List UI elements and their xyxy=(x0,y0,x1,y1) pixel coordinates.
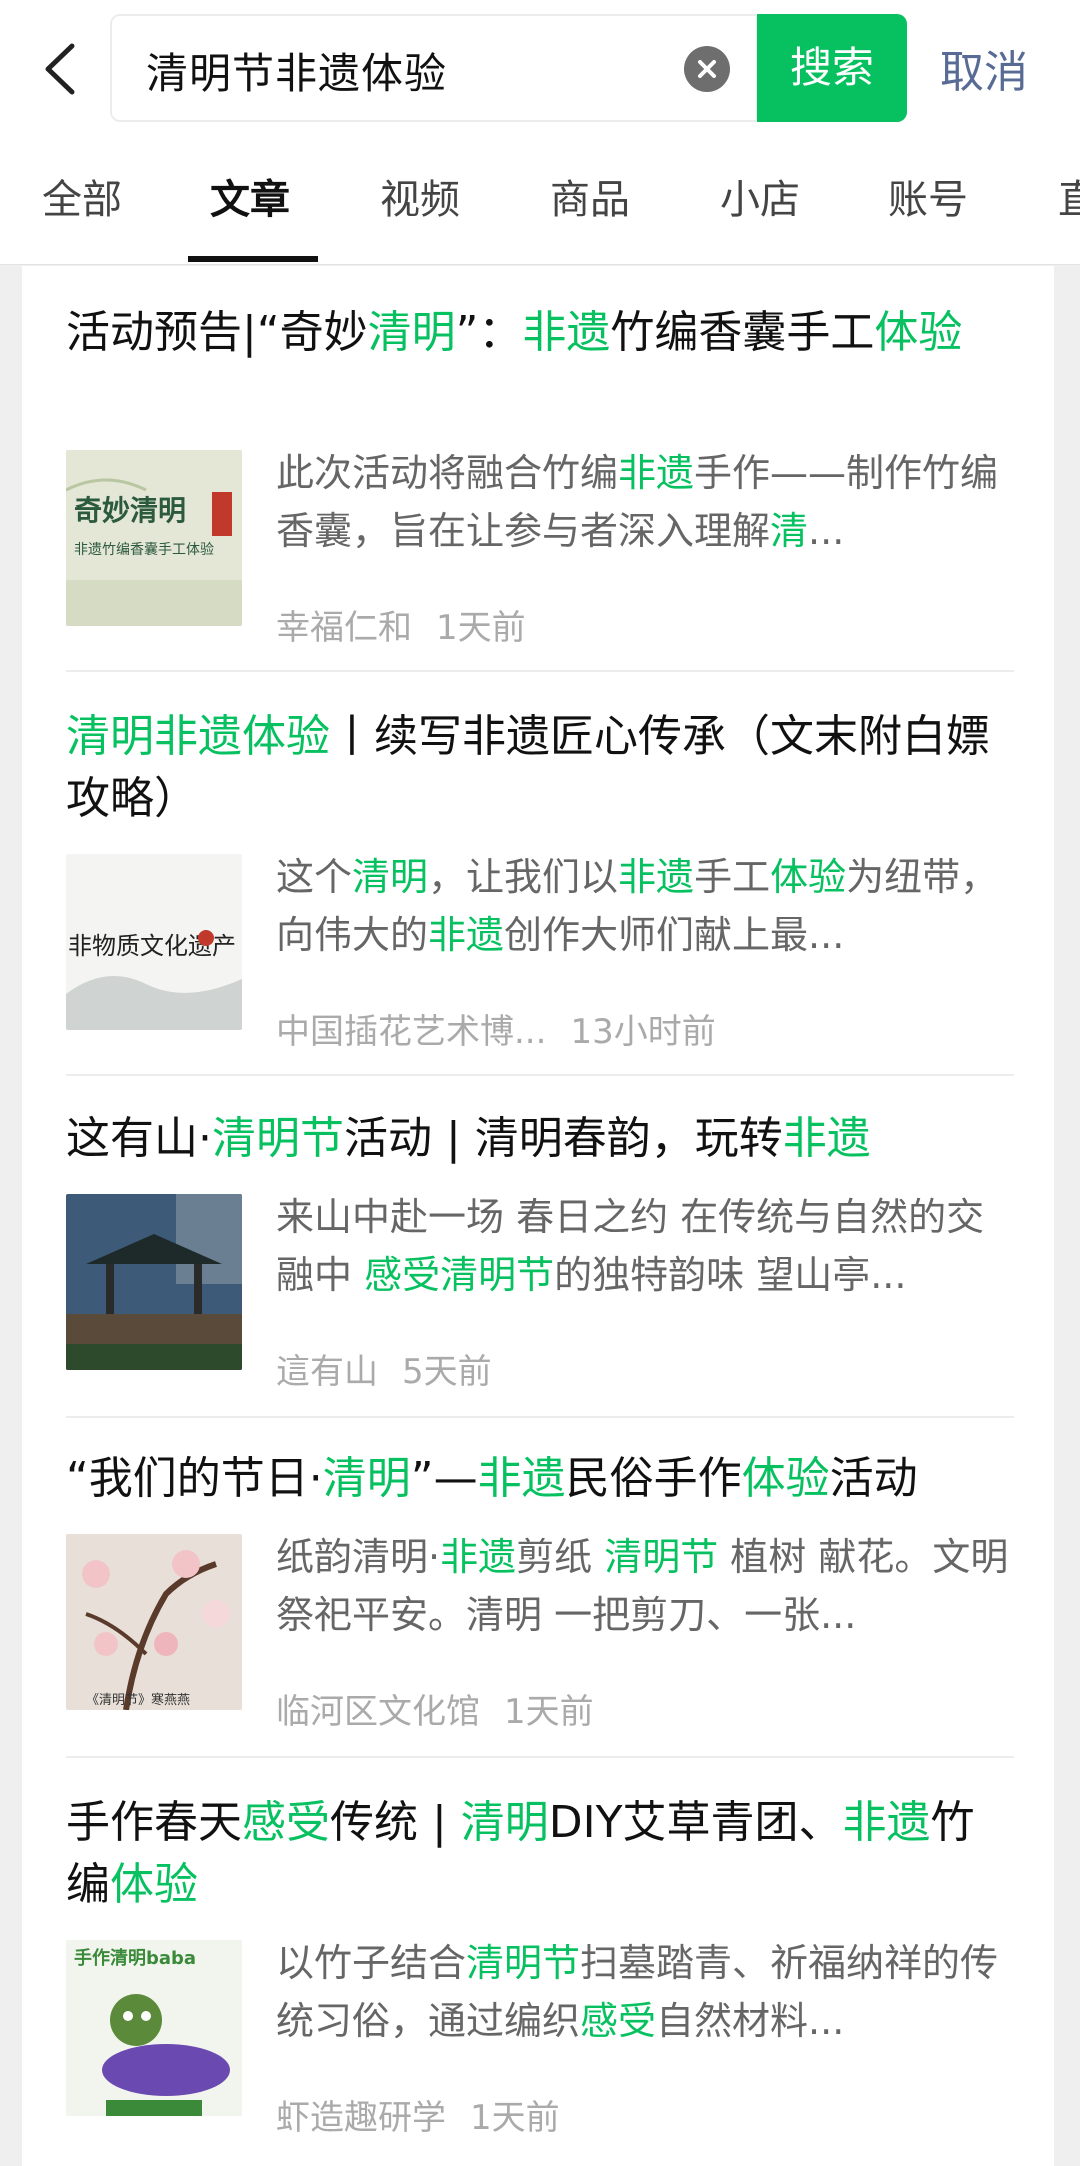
svg-text:《清明节》寒燕燕: 《清明节》寒燕燕 xyxy=(86,1692,190,1708)
divider xyxy=(66,670,1014,672)
results-list: 活动预告|“奇妙清明”：非遗竹编香囊手工体验 奇妙清明 非遗竹编香囊手工体验 此… xyxy=(22,266,1054,2166)
article-thumbnail: 奇妙清明 非遗竹编香囊手工体验 xyxy=(66,450,242,626)
article-meta: 中国插花艺术博... 13小时前 xyxy=(276,1004,716,1053)
category-tabs: 全部 文章 视频 商品 小店 账号 直 xyxy=(0,170,1080,264)
divider xyxy=(66,1416,1014,1418)
svg-text:手作清明baba: 手作清明baba xyxy=(74,1947,196,1969)
list-item[interactable]: 这有山·清明节活动 | 清明春韵，玩转非遗 来山中赴一场 春日之约 在传统与自然… xyxy=(66,1108,1014,1392)
svg-text:奇妙清明: 奇妙清明 xyxy=(74,494,186,527)
article-summary: 这个清明，让我们以非遗手工体验为纽带，向伟大的非遗创作大师们献上最... xyxy=(276,855,999,957)
search-button[interactable]: 搜索 xyxy=(757,14,907,122)
list-item[interactable]: 活动预告|“奇妙清明”：非遗竹编香囊手工体验 奇妙清明 非遗竹编香囊手工体验 此… xyxy=(66,302,1014,648)
top-bar: 清明节非遗体验 搜索 取消 全部 文章 视频 商品 小店 账号 直 xyxy=(0,0,1080,265)
active-tab-indicator xyxy=(188,256,318,262)
list-item[interactable]: “我们的节日·清明”—非遗民俗手作体验活动 《清明节》寒燕燕 纸韵清明·非遗剪纸… xyxy=(66,1448,1014,1732)
tab-videos[interactable]: 视频 xyxy=(380,170,460,264)
tab-all[interactable]: 全部 xyxy=(42,170,122,264)
article-thumbnail: 《清明节》寒燕燕 xyxy=(66,1534,242,1710)
article-time: 1天前 xyxy=(504,1692,594,1732)
tab-articles[interactable]: 文章 xyxy=(210,170,290,264)
article-time: 1天前 xyxy=(436,608,526,648)
search-query: 清明节非遗体验 xyxy=(146,49,448,98)
article-title[interactable]: 这有山·清明节活动 | 清明春韵，玩转非遗 xyxy=(66,1108,1014,1170)
article-thumbnail: 手作清明baba xyxy=(66,1940,242,2116)
article-title[interactable]: 清明非遗体验丨续写非遗匠心传承（文末附白嫖攻略） xyxy=(66,706,1014,830)
article-source[interactable]: 中国插花艺术博... xyxy=(276,1012,546,1052)
article-source[interactable]: 虾造趣研学 xyxy=(276,2098,446,2138)
article-time: 1天前 xyxy=(470,2098,560,2138)
article-meta: 幸福仁和 1天前 xyxy=(276,600,526,649)
article-source[interactable]: 幸福仁和 xyxy=(276,608,412,648)
tab-products[interactable]: 商品 xyxy=(550,170,630,264)
tab-accounts[interactable]: 账号 xyxy=(888,170,968,264)
clear-icon[interactable] xyxy=(684,46,730,92)
article-title[interactable]: 活动预告|“奇妙清明”：非遗竹编香囊手工体验 xyxy=(66,302,1014,364)
list-item[interactable]: 清明非遗体验丨续写非遗匠心传承（文末附白嫖攻略） 非物质文化遗产 这个清明，让我… xyxy=(66,706,1014,1052)
article-title[interactable]: “我们的节日·清明”—非遗民俗手作体验活动 xyxy=(66,1448,1014,1510)
article-source[interactable]: 這有山 xyxy=(276,1352,378,1392)
divider xyxy=(66,1074,1014,1076)
article-summary: 以竹子结合清明节扫墓踏青、祈福纳祥的传统习俗，通过编织感受自然材料... xyxy=(276,1941,999,2043)
article-summary: 来山中赴一场 春日之约 在传统与自然的交融中 感受清明节的独特韵味 望山亭... xyxy=(276,1195,985,1297)
article-source[interactable]: 临河区文化馆 xyxy=(276,1692,480,1732)
article-title[interactable]: 手作春天感受传统 | 清明DIY艾草青团、非遗竹编体验 xyxy=(66,1792,1014,1916)
article-thumbnail: 非物质文化遗产 xyxy=(66,854,242,1030)
article-summary: 此次活动将融合竹编非遗手作——制作竹编香囊，旨在让参与者深入理解清... xyxy=(276,451,999,553)
cancel-button[interactable]: 取消 xyxy=(940,36,1028,100)
article-meta: 虾造趣研学 1天前 xyxy=(276,2090,560,2139)
svg-text:非遗竹编香囊手工体验: 非遗竹编香囊手工体验 xyxy=(74,541,214,558)
tab-live[interactable]: 直 xyxy=(1058,170,1080,264)
tab-shops[interactable]: 小店 xyxy=(720,170,800,264)
article-time: 13小时前 xyxy=(570,1012,716,1052)
article-thumbnail xyxy=(66,1194,242,1370)
list-item[interactable]: 手作春天感受传统 | 清明DIY艾草青团、非遗竹编体验 手作清明baba 以竹子… xyxy=(66,1792,1014,2138)
article-meta: 這有山 5天前 xyxy=(276,1344,492,1393)
article-summary: 纸韵清明·非遗剪纸 清明节 植树 献花。文明祭祀平安。清明 一把剪刀、一张... xyxy=(276,1535,1009,1637)
divider xyxy=(66,1756,1014,1758)
article-meta: 临河区文化馆 1天前 xyxy=(276,1684,594,1733)
search-input[interactable]: 清明节非遗体验 xyxy=(110,14,758,122)
back-arrow-icon[interactable] xyxy=(38,40,86,98)
article-time: 5天前 xyxy=(402,1352,492,1392)
